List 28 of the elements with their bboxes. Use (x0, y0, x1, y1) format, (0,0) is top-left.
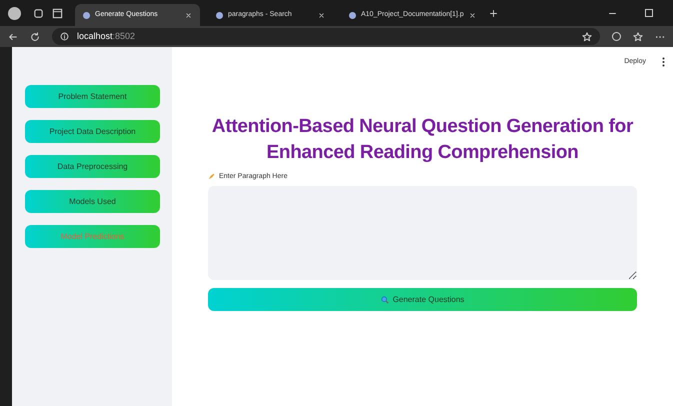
close-icon[interactable] (185, 12, 192, 18)
info-icon[interactable] (60, 32, 69, 41)
restore-icon[interactable] (645, 9, 653, 17)
sidebar-nav-button[interactable]: Data Preprocessing (25, 155, 160, 178)
paragraph-input-field[interactable] (208, 186, 637, 280)
favicon-icon (349, 12, 356, 18)
extension-icon[interactable] (612, 32, 621, 41)
more-vertical-icon[interactable] (662, 57, 665, 68)
search-icon (380, 296, 389, 304)
favorites-star-icon[interactable] (633, 32, 643, 42)
sidebar-nav-button[interactable]: Project Data Description (25, 120, 160, 143)
collections-icon[interactable] (33, 8, 44, 18)
tab-list-icon[interactable] (52, 8, 63, 18)
sidebar-nav-button[interactable]: Models Used (25, 190, 160, 213)
url-text: localhost:8502 (77, 30, 136, 43)
sidebar-nav-button[interactable]: Problem Statement (25, 85, 160, 108)
reload-icon[interactable] (30, 32, 40, 42)
close-icon[interactable] (318, 12, 325, 18)
star-icon[interactable] (582, 32, 592, 42)
favicon-icon (216, 12, 223, 18)
favicon-icon (83, 12, 90, 18)
address-bar[interactable]: localhost:8502 (52, 28, 600, 45)
back-icon[interactable] (8, 32, 18, 42)
page-title: Attention-Based Neural Question Generation for Enhanced Reading Comprehension (210, 114, 634, 164)
generate-questions-button[interactable]: Generate Questions (208, 288, 637, 311)
new-tab-icon[interactable] (489, 8, 498, 18)
profile-icon[interactable] (8, 6, 21, 20)
close-icon[interactable] (468, 12, 476, 18)
